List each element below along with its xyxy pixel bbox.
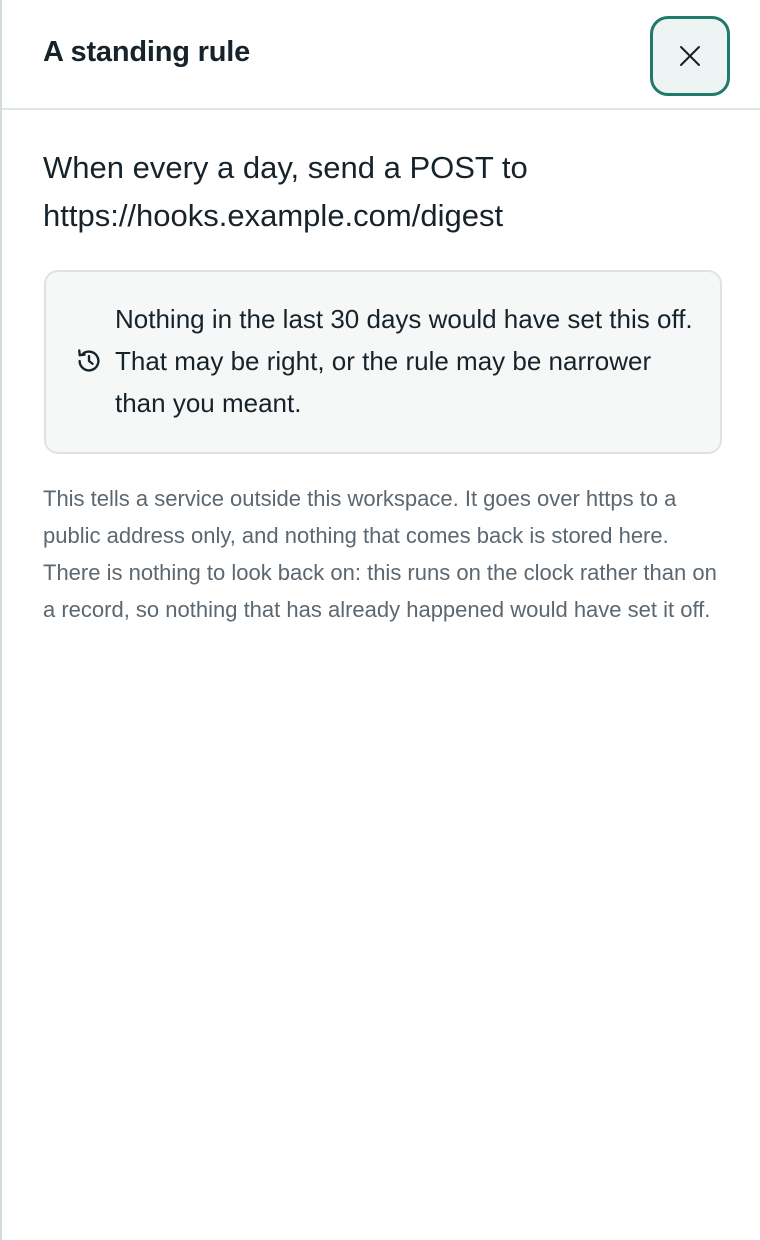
close-button[interactable]: [650, 16, 730, 96]
panel-title: A standing rule: [43, 36, 250, 68]
explanation: This tells a service outside this worksp…: [43, 480, 733, 628]
backtest-notice: Nothing in the last 30 days would have s…: [44, 270, 722, 454]
history-icon: [74, 346, 104, 376]
explanation-paragraph: There is nothing to look back on: this r…: [43, 560, 717, 622]
rule-panel: A standing rule When every a day, send a…: [0, 0, 760, 1240]
panel-header: A standing rule: [2, 0, 760, 110]
notice-text: Nothing in the last 30 days would have s…: [115, 304, 693, 418]
close-icon: [679, 45, 701, 67]
rule-summary: When every a day, send a POST to https:/…: [43, 150, 528, 233]
explanation-paragraph: This tells a service outside this worksp…: [43, 486, 677, 548]
